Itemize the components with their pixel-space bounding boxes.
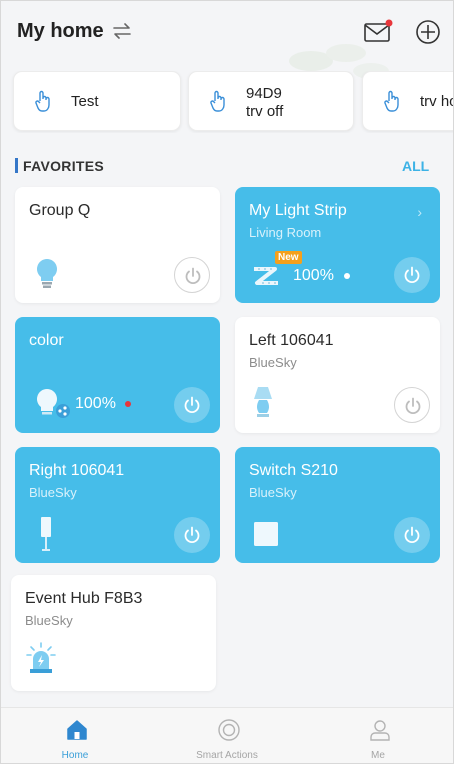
top-header: My home bbox=[1, 1, 453, 63]
device-level: 100% bbox=[75, 395, 116, 412]
home-icon bbox=[67, 720, 87, 740]
scene-card-test[interactable]: Test bbox=[13, 71, 181, 131]
device-level: 100% bbox=[293, 267, 334, 284]
power-icon bbox=[184, 396, 200, 414]
home-title[interactable]: My home bbox=[17, 20, 104, 43]
scene-label: 94D9 bbox=[246, 85, 282, 102]
color-dot bbox=[344, 273, 350, 279]
device-room: BlueSky bbox=[25, 613, 73, 628]
device-card-left-106041[interactable]: Left 106041 BlueSky bbox=[235, 317, 440, 433]
scene-label: trv ho bbox=[420, 93, 454, 110]
tap-hand-icon bbox=[210, 90, 225, 112]
mail-icon[interactable] bbox=[363, 19, 393, 45]
power-button[interactable] bbox=[394, 257, 430, 293]
device-room: BlueSky bbox=[249, 485, 297, 500]
device-room: BlueSky bbox=[29, 485, 77, 500]
new-badge: New bbox=[275, 251, 302, 264]
wall-switch-icon bbox=[254, 522, 278, 546]
tap-hand-icon bbox=[35, 90, 50, 112]
profile-icon bbox=[370, 720, 390, 741]
power-icon bbox=[405, 397, 421, 415]
device-name: Event Hub F8B3 bbox=[25, 590, 143, 607]
alarm-siren-icon bbox=[26, 642, 56, 673]
scene-card-94d9[interactable]: 94D9 trv off bbox=[188, 71, 354, 131]
tab-home[interactable]: Home bbox=[15, 708, 135, 763]
power-icon bbox=[184, 526, 200, 544]
device-room: Living Room bbox=[249, 225, 322, 240]
device-card-switch-s210[interactable]: Switch S210 BlueSky bbox=[235, 447, 440, 563]
light-strip-icon bbox=[254, 267, 278, 285]
scene-label: Test bbox=[71, 93, 99, 110]
device-name: Left 106041 bbox=[249, 332, 334, 349]
tap-hand-icon bbox=[384, 90, 399, 112]
smart-actions-icon bbox=[218, 719, 240, 741]
favorites-all-link[interactable]: ALL bbox=[402, 158, 429, 174]
device-name: Right 106041 bbox=[29, 462, 125, 479]
power-icon bbox=[185, 267, 201, 285]
color-bulb-icon bbox=[37, 389, 70, 418]
tab-me[interactable]: Me bbox=[318, 708, 438, 763]
device-name: My Light Strip bbox=[249, 202, 347, 219]
tab-label: Me bbox=[371, 750, 385, 761]
device-room: BlueSky bbox=[249, 355, 297, 370]
device-name: color bbox=[29, 332, 64, 349]
device-card-group-q[interactable]: Group Q bbox=[15, 187, 220, 303]
device-card-right-106041[interactable]: Right 106041 BlueSky bbox=[15, 447, 220, 563]
tab-label: Home bbox=[61, 750, 89, 761]
favorites-heading: FAVORITES bbox=[23, 158, 105, 174]
bottom-tab-bar: Home Smart Actions Me bbox=[1, 707, 453, 763]
scene-label-line2: trv off bbox=[246, 103, 284, 120]
chevron-right-icon: › bbox=[417, 204, 422, 220]
add-device-icon[interactable] bbox=[415, 19, 441, 45]
power-icon bbox=[404, 266, 420, 284]
device-name: Group Q bbox=[29, 202, 91, 219]
color-dot bbox=[125, 401, 131, 407]
app-screen: My home Test 94D9 trv off trv ho FAVORIT… bbox=[0, 0, 454, 764]
power-button[interactable] bbox=[174, 257, 210, 293]
tab-label: Smart Actions bbox=[196, 750, 258, 761]
device-card-color[interactable]: color 100% bbox=[15, 317, 220, 433]
tab-smart-actions[interactable]: Smart Actions bbox=[167, 708, 287, 763]
section-accent-bar bbox=[15, 158, 18, 173]
power-button[interactable] bbox=[174, 387, 210, 423]
switch-home-icon[interactable] bbox=[112, 21, 132, 41]
scene-card-trv-ho[interactable]: trv ho bbox=[362, 71, 454, 131]
power-button[interactable] bbox=[394, 387, 430, 423]
device-card-my-light-strip[interactable]: My Light Strip Living Room › New 100% bbox=[235, 187, 440, 303]
floor-lamp-icon bbox=[41, 517, 51, 551]
device-card-event-hub-f8b3[interactable]: Event Hub F8B3 BlueSky bbox=[11, 575, 216, 691]
power-button[interactable] bbox=[394, 517, 430, 553]
power-icon bbox=[404, 526, 420, 544]
scene-shortcuts: Test 94D9 trv off trv ho bbox=[1, 71, 454, 133]
power-button[interactable] bbox=[174, 517, 210, 553]
table-lamp-icon bbox=[254, 387, 272, 417]
device-name: Switch S210 bbox=[249, 462, 338, 479]
bulb-icon bbox=[37, 259, 57, 288]
